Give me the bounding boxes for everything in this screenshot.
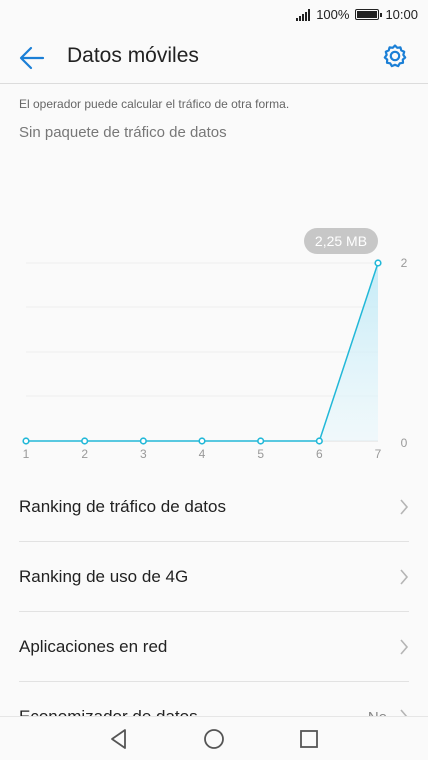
status-bar: 100% 10:00 <box>0 0 428 30</box>
y-tick-label: 2 <box>401 256 408 270</box>
x-tick-label: 1 <box>23 447 30 461</box>
data-point <box>315 437 323 445</box>
home-nav-button[interactable] <box>202 727 226 751</box>
signal-icon <box>296 8 311 21</box>
arrow-left-icon <box>19 46 45 70</box>
package-status: Sin paquete de tráfico de datos <box>19 124 227 141</box>
data-point <box>198 437 206 445</box>
data-point <box>81 437 89 445</box>
x-tick-label: 3 <box>140 447 147 461</box>
list-item-label: Aplicaciones en red <box>19 637 168 656</box>
chevron-right-icon <box>400 639 409 655</box>
list-item-label: Ranking de tráfico de datos <box>19 497 226 516</box>
options-list: Ranking de tráfico de datos Ranking de u… <box>0 472 428 752</box>
battery-percent: 100% <box>316 7 350 22</box>
page-title: Datos móviles <box>67 44 199 67</box>
list-item-network-apps[interactable]: Aplicaciones en red <box>19 612 409 682</box>
x-tick-label: 5 <box>257 447 264 461</box>
data-point <box>257 437 265 445</box>
chevron-right-icon <box>400 569 409 585</box>
recents-nav-button[interactable] <box>297 727 321 751</box>
list-item-4g-usage-ranking[interactable]: Ranking de uso de 4G <box>19 542 409 612</box>
data-usage-chart: 1 2 3 4 5 6 7 0 2 2,25 MB <box>0 220 428 470</box>
data-point <box>22 437 30 445</box>
status-right: 100% 10:00 <box>296 7 418 22</box>
clock: 10:00 <box>385 7 418 22</box>
x-tick-label: 4 <box>199 447 206 461</box>
operator-note: El operador puede calcular el tráfico de… <box>19 97 290 111</box>
callout-label: 2,25 MB <box>315 233 367 249</box>
x-tick-label: 7 <box>375 447 382 461</box>
y-tick-label: 0 <box>401 436 408 450</box>
app-bar: Datos móviles <box>0 30 428 84</box>
x-tick-label: 6 <box>316 447 323 461</box>
list-item-label: Ranking de uso de 4G <box>19 567 189 586</box>
chart-svg: 1 2 3 4 5 6 7 0 2 2,25 MB <box>22 228 408 461</box>
gear-icon <box>383 44 407 68</box>
settings-button[interactable] <box>382 43 408 69</box>
data-point <box>139 437 147 445</box>
back-nav-button[interactable] <box>107 727 131 751</box>
back-button[interactable] <box>18 44 46 72</box>
triangle-back-icon <box>111 729 126 749</box>
x-tick-label: 2 <box>81 447 88 461</box>
chevron-right-icon <box>400 499 409 515</box>
circle-home-icon <box>204 729 224 749</box>
battery-icon <box>355 9 383 20</box>
navigation-bar <box>0 716 428 760</box>
list-item-data-traffic-ranking[interactable]: Ranking de tráfico de datos <box>19 472 409 542</box>
data-point <box>374 259 382 267</box>
square-recents-icon <box>300 730 318 748</box>
